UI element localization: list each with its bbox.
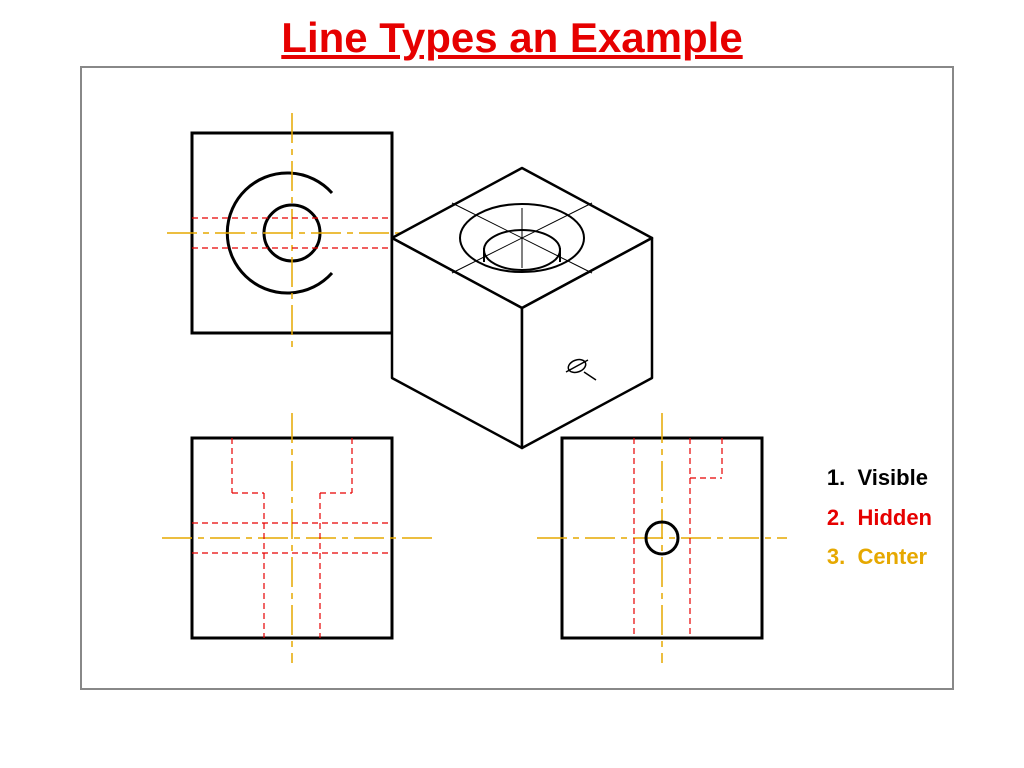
legend-visible: 1. Visible <box>827 458 932 498</box>
drawing-frame: 1. Visible 2. Hidden 3. Center <box>80 66 954 690</box>
page-title: Line Types an Example <box>0 14 1024 62</box>
legend-center: 3. Center <box>827 537 932 577</box>
legend: 1. Visible 2. Hidden 3. Center <box>827 458 932 577</box>
isometric-view <box>352 148 692 468</box>
legend-hidden: 2. Hidden <box>827 498 932 538</box>
